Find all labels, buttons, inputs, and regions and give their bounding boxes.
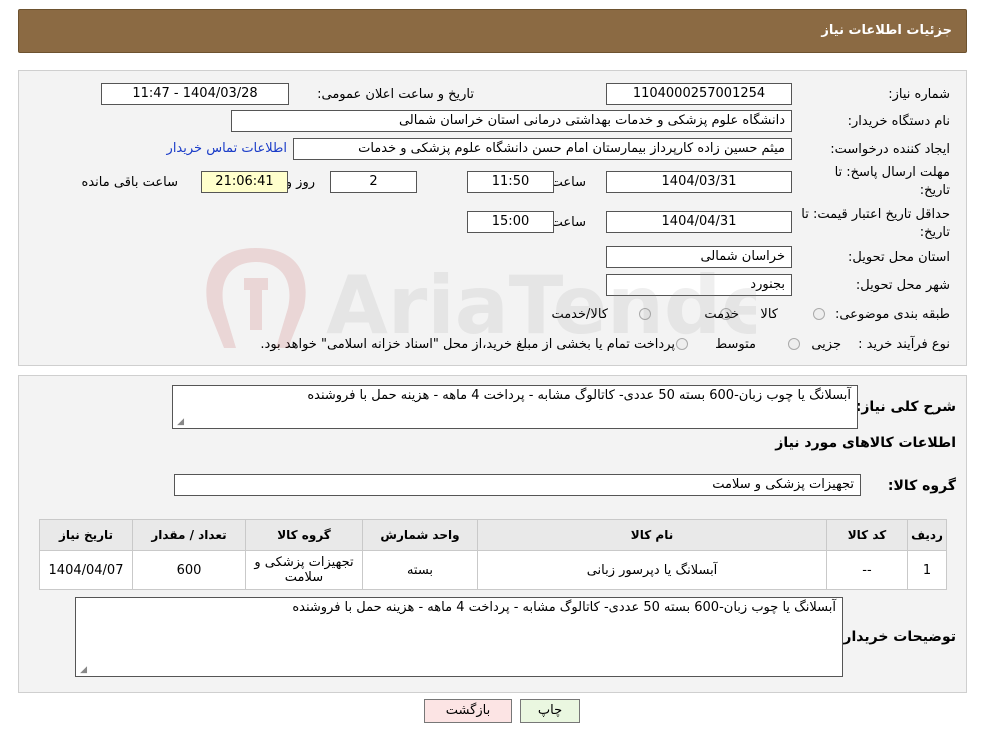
validity-time-label: ساعت: [550, 215, 586, 230]
deadline-time-field[interactable]: 11:50: [467, 171, 554, 193]
category-option-service: خدمت: [704, 307, 739, 322]
creator-field[interactable]: میثم حسین زاده کارپرداز بیمارستان امام ح…: [293, 138, 792, 160]
deadline-label-date: تاریخ:: [919, 183, 950, 198]
buyer-notes-textarea[interactable]: آبسلانگ یا چوب زبان-600 بسته 50 عددی- کا…: [75, 597, 843, 677]
announce-label: تاریخ و ساعت اعلان عمومی:: [317, 87, 474, 102]
col-date-header: تاریخ نیاز: [39, 519, 133, 551]
process-option-medium: متوسط: [715, 337, 756, 352]
days-label: روز و: [285, 175, 315, 190]
need-number-label: شماره نیاز:: [888, 87, 950, 102]
col-group-header: گروه کالا: [245, 519, 363, 551]
items-heading: اطلاعات کالاهای مورد نیاز: [775, 435, 956, 451]
buyer-contact-link[interactable]: اطلاعات تماس خریدار: [167, 141, 287, 156]
process-radio-minor[interactable]: [788, 338, 800, 350]
cell-group: تجهیزات پزشکی و سلامت: [245, 550, 363, 590]
col-code-header: کد کالا: [826, 519, 908, 551]
category-option-goods: کالا: [760, 307, 778, 322]
description-textarea[interactable]: آبسلانگ یا چوب زبان-600 بسته 50 عددی- کا…: [172, 385, 858, 429]
province-label: استان محل تحویل:: [848, 250, 950, 265]
city-label: شهر محل تحویل:: [855, 278, 950, 293]
cell-name: آبسلانگ یا دپرسور زبانی: [477, 550, 827, 590]
province-field[interactable]: خراسان شمالی: [606, 246, 792, 268]
process-label: نوع فرآیند خرید :: [858, 337, 950, 352]
col-unit-header: واحد شمارش: [362, 519, 478, 551]
group-label: گروه کالا:: [887, 478, 956, 494]
category-option-goods-service: کالا/خدمت: [551, 307, 608, 322]
announce-datetime-field[interactable]: 1404/03/28 - 11:47: [101, 83, 289, 105]
validity-time-field[interactable]: 15:00: [467, 211, 554, 233]
creator-label: ایجاد کننده درخواست:: [830, 142, 950, 157]
validity-label: حداقل تاریخ اعتبار قیمت: تا: [801, 207, 950, 222]
description-label: شرح کلی نیاز:: [855, 399, 956, 415]
buyer-org-field[interactable]: دانشگاه علوم پزشکی و خدمات بهداشتی درمان…: [231, 110, 792, 132]
deadline-label: مهلت ارسال پاسخ: تا: [834, 165, 950, 180]
deadline-date-field[interactable]: 1404/03/31: [606, 171, 792, 193]
page-header: جزئیات اطلاعات نیاز: [18, 9, 967, 53]
cell-code: --: [826, 550, 908, 590]
cell-date: 1404/04/07: [39, 550, 133, 590]
buyer-notes-label: توضیحات خریدار:: [837, 629, 956, 645]
resize-grip-icon[interactable]: ◢: [175, 418, 184, 427]
remaining-label: ساعت باقی مانده: [81, 175, 178, 190]
need-details-panel: شرح کلی نیاز: آبسلانگ یا چوب زبان-600 بس…: [18, 375, 967, 693]
process-option-minor: جزیی: [811, 337, 841, 352]
col-name-header: نام کالا: [477, 519, 827, 551]
category-label: طبقه بندی موضوعی:: [834, 307, 950, 322]
resize-grip-icon[interactable]: ◢: [78, 666, 87, 675]
items-table: ردیف کد کالا نام کالا واحد شمارش گروه کا…: [39, 519, 947, 590]
cell-qty: 600: [132, 550, 246, 590]
remaining-time-field[interactable]: 21:06:41: [201, 171, 288, 193]
category-radio-goods-service[interactable]: [639, 308, 651, 320]
buyer-notes-text: آبسلانگ یا چوب زبان-600 بسته 50 عددی- کا…: [292, 600, 836, 615]
category-radio-goods[interactable]: [813, 308, 825, 320]
group-field[interactable]: تجهیزات پزشکی و سلامت: [174, 474, 861, 496]
col-row-header: ردیف: [907, 519, 947, 551]
cell-unit: بسته: [362, 550, 478, 590]
table-header-row: ردیف کد کالا نام کالا واحد شمارش گروه کا…: [39, 519, 947, 551]
city-field[interactable]: بجنورد: [606, 274, 792, 296]
print-button[interactable]: چاپ: [520, 699, 580, 723]
page-title: جزئیات اطلاعات نیاز: [821, 23, 952, 38]
cell-row: 1: [907, 550, 947, 590]
col-qty-header: تعداد / مقدار: [132, 519, 246, 551]
process-radio-medium[interactable]: [676, 338, 688, 350]
process-note: پرداخت تمام یا بخشی از مبلغ خرید،از محل …: [260, 337, 675, 352]
table-row: 1 -- آبسلانگ یا دپرسور زبانی بسته تجهیزا…: [39, 550, 947, 590]
validity-date-field[interactable]: 1404/04/31: [606, 211, 792, 233]
need-number-field[interactable]: 1104000257001254: [606, 83, 792, 105]
buyer-org-label: نام دستگاه خریدار:: [847, 114, 950, 129]
back-button[interactable]: بازگشت: [424, 699, 512, 723]
need-info-panel: شماره نیاز: 1104000257001254 تاریخ و ساع…: [18, 70, 967, 366]
validity-label-date: تاریخ:: [919, 225, 950, 240]
description-text: آبسلانگ یا چوب زبان-600 بسته 50 عددی- کا…: [307, 388, 851, 403]
deadline-time-label: ساعت: [550, 175, 586, 190]
days-remaining-field[interactable]: 2: [330, 171, 417, 193]
